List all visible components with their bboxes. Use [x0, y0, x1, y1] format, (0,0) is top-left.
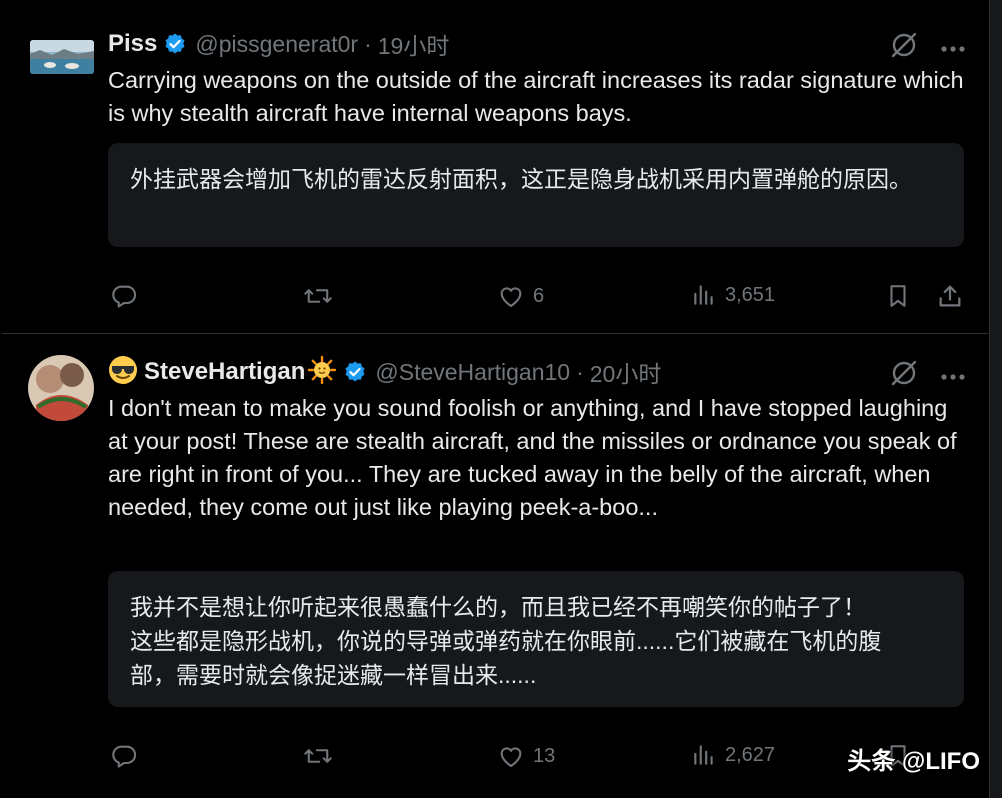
like-count: 6 — [533, 284, 545, 307]
verified-badge-icon — [343, 360, 367, 384]
grok-icon[interactable] — [890, 31, 918, 64]
reply-icon — [110, 742, 138, 770]
watermark: 头条 @LIFO — [847, 748, 980, 775]
sun-emoji — [307, 355, 337, 390]
avatar[interactable] — [30, 40, 94, 74]
sunglasses-emoji — [108, 355, 138, 390]
timestamp[interactable]: 19小时 — [378, 27, 450, 61]
author-name[interactable]: SteveHartigan — [144, 358, 305, 386]
separator-dot: · — [576, 358, 584, 385]
translation-box: 我并不是想让你听起来很愚蠢什么的，而且我已经不再嘲笑你的帖子了！ 这些都是隐形战… — [108, 571, 964, 707]
view-count: 2,627 — [725, 743, 776, 766]
repost-button[interactable] — [303, 282, 333, 310]
separator-dot: · — [364, 30, 372, 57]
view-count: 3,651 — [725, 283, 776, 306]
tweet-text: Carrying weapons on the outside of the a… — [108, 67, 964, 126]
author-handle[interactable]: @pissgenerat0r — [195, 31, 358, 58]
like-button[interactable]: 13 — [497, 742, 555, 770]
repost-icon — [303, 742, 333, 770]
like-button[interactable]: 6 — [497, 282, 544, 310]
tweet[interactable]: SteveHartigan @SteveHartigan10 · 20小时 I … — [2, 335, 988, 798]
tweet-header: Piss @pissgenerat0r · 19小时 — [108, 29, 449, 59]
translation-line: 外挂武器会增加飞机的雷达反射面积，这正是隐身战机采用内置弹舱的原因。 — [130, 166, 912, 192]
bookmark-icon — [885, 282, 911, 310]
like-count: 13 — [533, 744, 556, 767]
avatar[interactable] — [28, 355, 94, 421]
repost-icon — [303, 282, 333, 310]
reply-button[interactable] — [110, 282, 138, 310]
timestamp[interactable]: 20小时 — [590, 355, 662, 389]
repost-button[interactable] — [303, 742, 333, 770]
views-icon — [691, 282, 717, 308]
reply-button[interactable] — [110, 742, 138, 770]
author-handle[interactable]: @SteveHartigan10 — [375, 359, 570, 386]
translation-box: 外挂武器会增加飞机的雷达反射面积，这正是隐身战机采用内置弹舱的原因。 — [108, 143, 964, 247]
share-icon — [936, 282, 964, 310]
author-name[interactable]: Piss — [108, 30, 157, 58]
translation-line: 这些都是隐形战机，你说的导弹或弹药就在你眼前......它们被藏在飞机的腹 — [130, 628, 882, 654]
tweet-text: I don't mean to make you sound foolish o… — [108, 395, 957, 520]
translation-line: 我并不是想让你听起来很愚蠢什么的，而且我已经不再嘲笑你的帖子了！ — [130, 594, 866, 620]
action-bar: 6 3,651 — [108, 282, 974, 314]
like-icon — [497, 282, 525, 310]
tweet-header: SteveHartigan @SteveHartigan10 · 20小时 — [108, 355, 662, 390]
translation-line: 部，需要时就会像捉迷藏一样冒出来...... — [130, 662, 537, 688]
scrollbar-track[interactable] — [989, 0, 1002, 798]
verified-badge-icon — [163, 32, 187, 56]
tweet[interactable]: Piss @pissgenerat0r · 19小时 Carrying weap… — [2, 0, 988, 334]
grok-icon[interactable] — [890, 359, 918, 392]
views-button[interactable]: 3,651 — [691, 282, 775, 308]
views-button[interactable]: 2,627 — [691, 742, 775, 768]
reply-icon — [110, 282, 138, 310]
share-button[interactable] — [936, 282, 964, 310]
like-icon — [497, 742, 525, 770]
views-icon — [691, 742, 717, 768]
action-bar: 13 2,627 — [108, 742, 974, 774]
more-icon[interactable] — [940, 368, 966, 386]
more-icon[interactable] — [940, 40, 966, 58]
bookmark-button[interactable] — [885, 282, 911, 310]
